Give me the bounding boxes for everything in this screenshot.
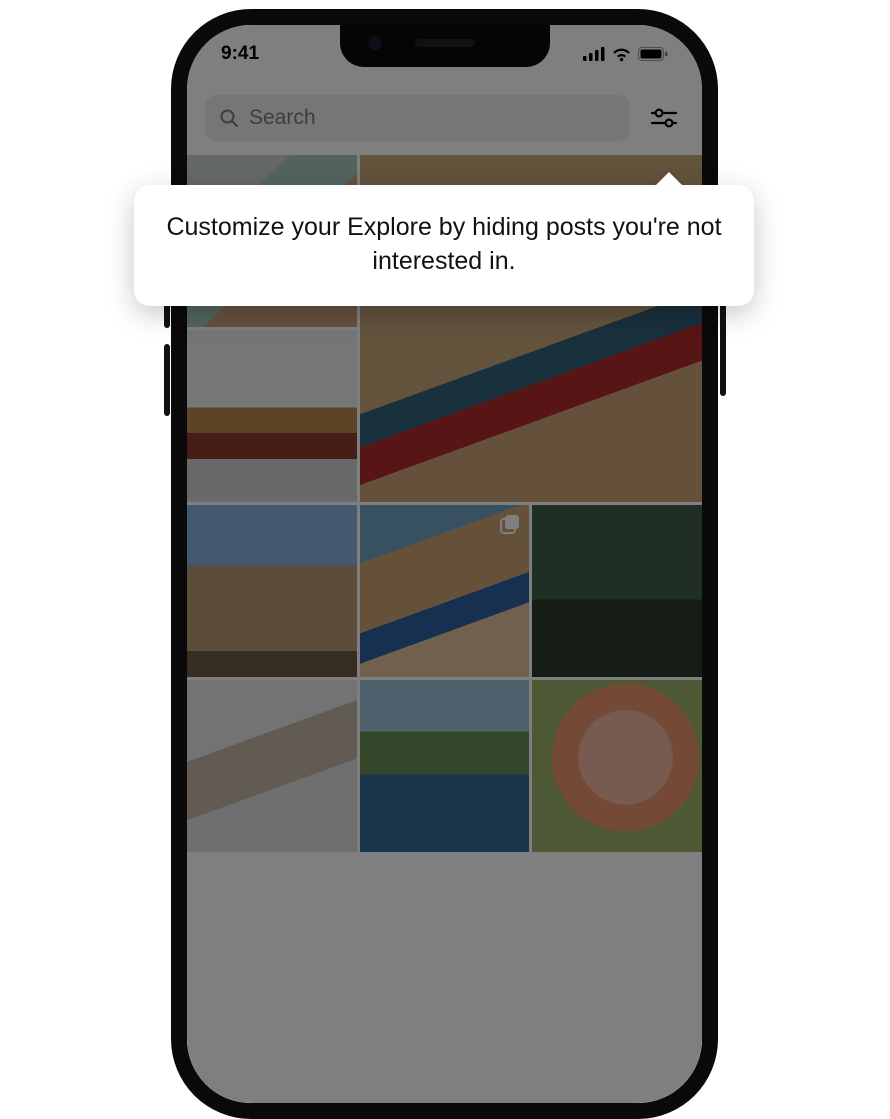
explore-tooltip[interactable]: Customize your Explore by hiding posts y… xyxy=(134,185,754,306)
tooltip-arrow xyxy=(654,172,684,187)
tooltip-text: Customize your Explore by hiding posts y… xyxy=(166,213,721,275)
phone-frame: 9:41 Search xyxy=(171,9,718,1119)
volume-down-button xyxy=(164,344,170,416)
